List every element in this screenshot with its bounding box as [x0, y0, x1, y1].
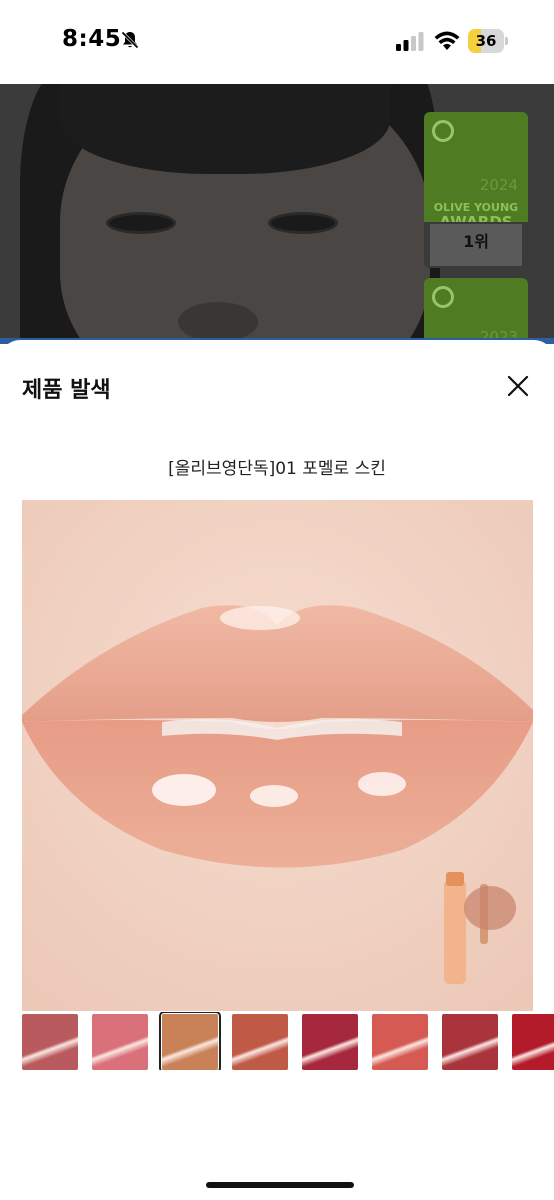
lip-swatch-image — [22, 500, 533, 1011]
nose — [178, 302, 258, 342]
battery-cap — [505, 37, 508, 45]
eye-left — [106, 212, 176, 234]
award-rank-card: 1위 — [430, 224, 522, 266]
shade-thumbnail[interactable] — [159, 1012, 221, 1070]
shade-thumbnail[interactable] — [372, 1014, 428, 1070]
shade-thumbnail[interactable] — [442, 1014, 498, 1070]
olive-young-logo-icon — [432, 286, 454, 308]
shade-bottom-sheet: 제품 발색 [올리브영단독]01 포멜로 스킨 — [0, 340, 554, 1200]
award-year: 2024 — [479, 176, 518, 194]
battery-percent: 36 — [475, 32, 497, 50]
bell-slash-icon — [121, 31, 139, 49]
award-rank-number: 1위 — [463, 232, 489, 251]
shade-thumbnail[interactable] — [92, 1014, 148, 1070]
shade-thumbnail[interactable] — [22, 1014, 78, 1070]
status-time: 8:45 — [62, 26, 122, 52]
background-hero-image: 2024 OLIVE YOUNG AWARDS 1위 2023 — [0, 84, 554, 344]
close-button[interactable] — [500, 368, 536, 404]
wifi-icon — [434, 31, 460, 50]
battery-icon: 36 — [468, 29, 508, 53]
eye-right — [268, 212, 338, 234]
cellular-signal-icon — [396, 32, 424, 51]
shade-thumbnail-strip — [20, 1012, 554, 1070]
award-rank: 1위 — [424, 222, 528, 268]
home-indicator[interactable] — [206, 1182, 354, 1188]
shade-thumbnail[interactable] — [302, 1014, 358, 1070]
shade-thumbnail[interactable] — [512, 1014, 554, 1070]
award-badge-2024: 2024 OLIVE YOUNG AWARDS 1위 — [424, 112, 528, 268]
lip-swatch-illustration — [22, 500, 533, 1011]
product-name: [올리브영단독]01 포멜로 스킨 — [168, 459, 386, 479]
close-icon — [507, 375, 529, 397]
shade-thumbnail[interactable] — [232, 1014, 288, 1070]
status-bar: 8:45 36 — [0, 0, 554, 84]
olive-young-logo-icon — [432, 120, 454, 142]
award-badge-2023: 2023 — [424, 278, 528, 344]
sheet-title: 제품 발색 — [22, 378, 111, 403]
